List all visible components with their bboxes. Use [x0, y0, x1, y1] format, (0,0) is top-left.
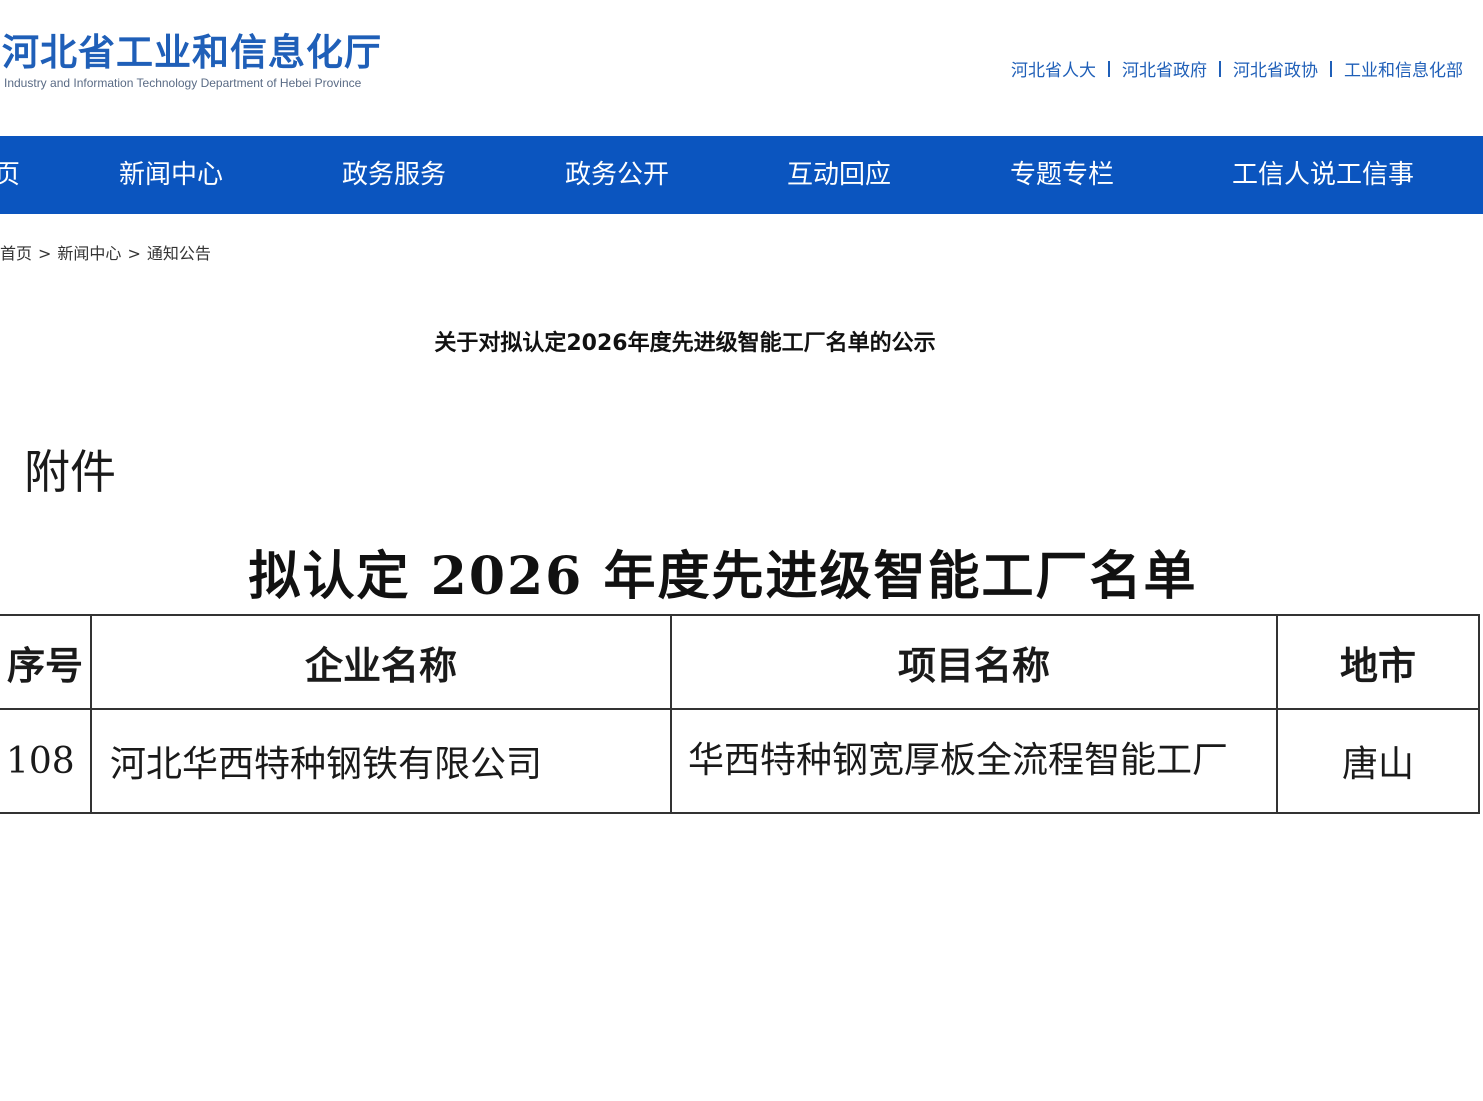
nav-news-center[interactable]: 新闻中心	[119, 136, 223, 214]
top-link-npc[interactable]: 河北省人大	[1011, 56, 1096, 81]
column-header-city: 地市	[1276, 614, 1480, 710]
list-title: 拟认定 2026 年度先进级智能工厂名单	[248, 546, 1198, 607]
top-link-miit[interactable]: 工业和信息化部	[1344, 56, 1463, 81]
breadcrumb-separator: >	[127, 244, 141, 263]
article-title: 关于对拟认定2026年度先进级智能工厂名单的公示	[434, 331, 936, 356]
factory-list-table: 序号 企业名称 项目名称 地市 108 河北华西特种钢铁有限公司 华西特种钢宽厚…	[0, 614, 1480, 814]
column-header-seq: 序号	[0, 614, 92, 710]
breadcrumb-notices[interactable]: 通知公告	[147, 244, 211, 263]
column-header-project: 项目名称	[670, 614, 1278, 710]
cell-seq: 108	[0, 708, 92, 814]
top-link-government[interactable]: 河北省政府	[1122, 56, 1207, 81]
nav-government-affairs[interactable]: 政务公开	[565, 136, 669, 214]
table-header-row: 序号 企业名称 项目名称 地市	[0, 614, 1480, 710]
breadcrumb: 首页 > 新闻中心 > 通知公告	[0, 240, 211, 264]
cell-enterprise: 河北华西特种钢铁有限公司	[90, 708, 672, 814]
nav-miit-talk[interactable]: 工信人说工信事	[1232, 136, 1414, 214]
breadcrumb-separator: >	[38, 244, 52, 263]
site-logo-subtitle: Industry and Information Technology Depa…	[4, 76, 362, 90]
top-links: 河北省人大 河北省政府 河北省政协 工业和信息化部	[1011, 56, 1463, 81]
link-separator	[1219, 60, 1221, 77]
breadcrumb-news-center[interactable]: 新闻中心	[57, 244, 121, 263]
cell-project: 华西特种钢宽厚板全流程智能工厂	[670, 708, 1278, 814]
link-separator	[1330, 60, 1332, 77]
breadcrumb-home[interactable]: 首页	[0, 244, 32, 263]
top-link-cppcc[interactable]: 河北省政协	[1233, 56, 1318, 81]
nav-government-services[interactable]: 政务服务	[342, 136, 446, 214]
nav-special-topics[interactable]: 专题专栏	[1010, 136, 1114, 214]
site-logo-title[interactable]: 河北省工业和信息化厅	[2, 22, 382, 76]
main-nav: 页 新闻中心 政务服务 政务公开 互动回应 专题专栏 工信人说工信事	[0, 136, 1483, 214]
cell-city: 唐山	[1276, 708, 1480, 814]
nav-interaction[interactable]: 互动回应	[787, 136, 891, 214]
nav-home[interactable]: 页	[0, 136, 20, 214]
column-header-enterprise: 企业名称	[90, 614, 672, 710]
attachment-label: 附件	[24, 445, 116, 499]
table-row: 108 河北华西特种钢铁有限公司 华西特种钢宽厚板全流程智能工厂 唐山	[0, 708, 1480, 814]
link-separator	[1108, 60, 1110, 77]
